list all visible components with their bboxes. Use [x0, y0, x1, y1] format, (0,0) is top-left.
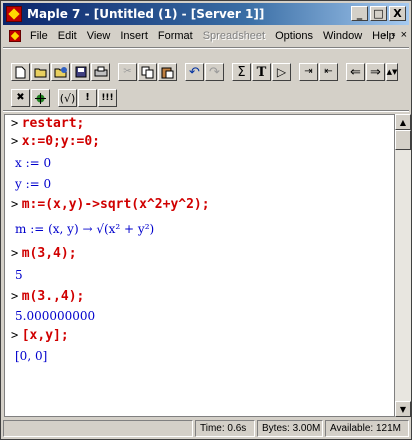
- menu-window[interactable]: Window: [318, 30, 367, 42]
- menu-bar: File Edit View Insert Format Spreadsheet…: [3, 27, 409, 45]
- maple-window: Maple 7 - [Untitled (1) - [Server 1]] _ …: [0, 0, 412, 440]
- status-time: Time: 0.6s: [195, 420, 255, 437]
- input-line[interactable]: > restart;: [11, 116, 84, 131]
- input-command[interactable]: restart;: [22, 116, 85, 131]
- scroll-up-button[interactable]: ▲: [395, 114, 411, 130]
- back-icon[interactable]: ⇐: [346, 63, 365, 81]
- stop-icon[interactable]: ✖: [11, 89, 30, 107]
- menu-separator: [3, 47, 409, 49]
- toolbar-separator: [3, 110, 409, 112]
- output-line: m := (x, y) → √(x² + y²): [15, 222, 155, 236]
- scroll-down-button[interactable]: ▼: [395, 401, 411, 417]
- worksheet[interactable]: > restart; > x:=0;y:=0; x := 0 y := 0 > …: [4, 114, 395, 417]
- window-title: Maple 7 - [Untitled (1) - [Server 1]]: [27, 7, 265, 21]
- sum-icon[interactable]: Σ: [232, 63, 251, 81]
- execute-all-icon[interactable]: !!!: [98, 89, 117, 107]
- doc-minimize-button[interactable]: -: [383, 29, 387, 41]
- menu-edit[interactable]: Edit: [53, 30, 82, 42]
- document-icon[interactable]: [9, 30, 21, 42]
- undo-icon[interactable]: ↶: [185, 63, 204, 81]
- input-command[interactable]: x:=0;y:=0;: [22, 134, 100, 149]
- debug-icon[interactable]: [31, 89, 50, 107]
- copy-icon[interactable]: [138, 63, 157, 81]
- input-command[interactable]: m(3.,4);: [22, 289, 85, 304]
- input-line[interactable]: > x:=0;y:=0;: [11, 134, 100, 149]
- cut-icon[interactable]: ✂: [118, 63, 137, 81]
- menu-spreadsheet[interactable]: Spreadsheet: [198, 30, 270, 42]
- doc-close-button[interactable]: ×: [401, 29, 407, 41]
- check-icon[interactable]: (√): [58, 89, 77, 107]
- save-icon[interactable]: [71, 63, 90, 81]
- status-bytes: Bytes: 3.00M: [257, 420, 323, 437]
- menu-insert[interactable]: Insert: [115, 30, 153, 42]
- main-toolbar: ✂ ↶ ↷ Σ T ▷ ⇥ ⇤ ⇐ ⇒ ▲▼: [11, 63, 399, 81]
- menu-format[interactable]: Format: [153, 30, 198, 42]
- redo-icon[interactable]: ↷: [205, 63, 224, 81]
- output-line: x := 0: [15, 156, 52, 170]
- exclamation-icon[interactable]: !: [78, 89, 97, 107]
- input-line[interactable]: > m(3.,4);: [11, 289, 84, 304]
- status-message-panel: [3, 420, 193, 437]
- window-controls: _ □ X: [351, 6, 406, 21]
- maple-app-icon[interactable]: [6, 6, 22, 22]
- document-window-controls: - ▫ ×: [383, 29, 407, 41]
- menu-file[interactable]: File: [25, 30, 53, 42]
- toolbar-scroll-icon[interactable]: ▲▼: [386, 63, 398, 81]
- new-icon[interactable]: [11, 63, 30, 81]
- input-command[interactable]: [x,y];: [22, 328, 69, 343]
- outdent-icon[interactable]: ⇤: [319, 63, 338, 81]
- input-line[interactable]: > m(3,4);: [11, 246, 77, 261]
- context-toolbar: ✖ (√) ! !!!: [11, 89, 118, 107]
- open-url-icon[interactable]: [51, 63, 70, 81]
- scroll-thumb[interactable]: [395, 130, 411, 150]
- open-icon[interactable]: [31, 63, 50, 81]
- status-available: Available: 121M: [325, 420, 409, 437]
- vertical-scrollbar[interactable]: ▲ ▼: [395, 114, 411, 417]
- paste-icon[interactable]: [158, 63, 177, 81]
- indent-icon[interactable]: ⇥: [299, 63, 318, 81]
- minimize-button[interactable]: _: [351, 6, 368, 21]
- print-icon[interactable]: [91, 63, 110, 81]
- menu-options[interactable]: Options: [270, 30, 318, 42]
- text-icon[interactable]: T: [252, 63, 271, 81]
- maximize-button[interactable]: □: [370, 6, 387, 21]
- input-line[interactable]: > m:=(x,y)->sqrt(x^2+y^2);: [11, 197, 210, 212]
- title-bar[interactable]: Maple 7 - [Untitled (1) - [Server 1]] _ …: [3, 3, 409, 25]
- input-line[interactable]: > [x,y];: [11, 328, 69, 343]
- close-button[interactable]: X: [389, 6, 406, 21]
- menu-view[interactable]: View: [82, 30, 116, 42]
- input-command[interactable]: m:=(x,y)->sqrt(x^2+y^2);: [22, 197, 210, 212]
- status-bar: Time: 0.6s Bytes: 3.00M Available: 121M: [3, 420, 409, 438]
- forward-icon[interactable]: ⇒: [366, 63, 385, 81]
- output-line: 5.000000000: [15, 309, 96, 323]
- execute-icon[interactable]: ▷: [272, 63, 291, 81]
- doc-restore-button[interactable]: ▫: [392, 29, 396, 41]
- input-command[interactable]: m(3,4);: [22, 246, 77, 261]
- output-line: [0, 0]: [15, 349, 48, 363]
- output-line: 5: [15, 268, 23, 282]
- output-line: y := 0: [15, 177, 52, 191]
